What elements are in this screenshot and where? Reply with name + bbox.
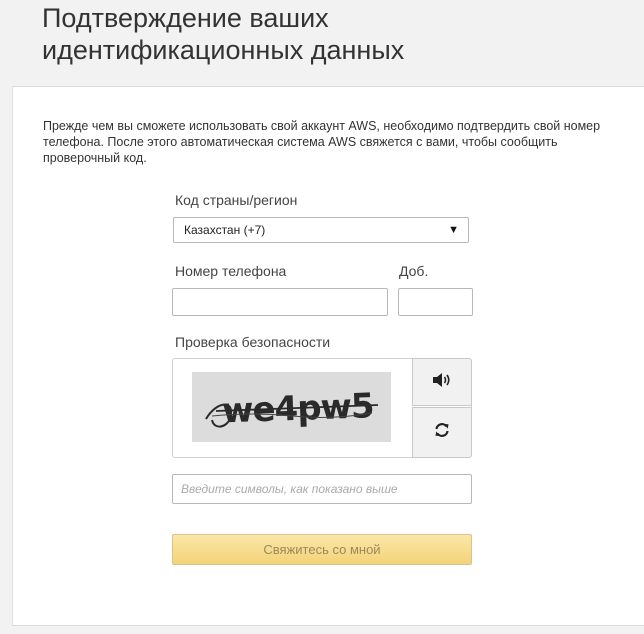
phone-number-label: Номер телефона [175,263,287,279]
country-code-value: Казахстан (+7) [184,223,266,237]
captcha-refresh-button[interactable] [412,407,472,458]
page-title: Подтверждение ваших идентификационных да… [42,2,602,66]
extension-label: Доб. [399,263,429,279]
phone-number-input[interactable] [172,288,388,316]
intro-text: Прежде чем вы сможете использовать свой … [43,119,601,165]
extension-input[interactable] [398,288,473,316]
country-code-label: Код страны/регион [175,192,298,208]
verification-card: Прежде чем вы сможете использовать свой … [12,86,644,626]
captcha-image: we4pw5 [192,372,391,442]
contact-me-button[interactable]: Свяжитесь со мной [172,534,472,565]
captcha-input[interactable] [172,474,472,504]
country-code-select[interactable]: Казахстан (+7) ▼ [173,217,469,243]
dropdown-arrow-icon: ▼ [448,224,459,236]
refresh-icon [433,421,451,444]
captcha-box: we4pw5 [172,358,472,458]
speaker-icon [432,372,452,393]
security-check-label: Проверка безопасности [175,334,331,350]
page-title-line-1: Подтверждение ваших [42,3,329,33]
page-title-line-2: идентификационных данных [42,35,405,65]
captcha-audio-button[interactable] [412,358,472,406]
